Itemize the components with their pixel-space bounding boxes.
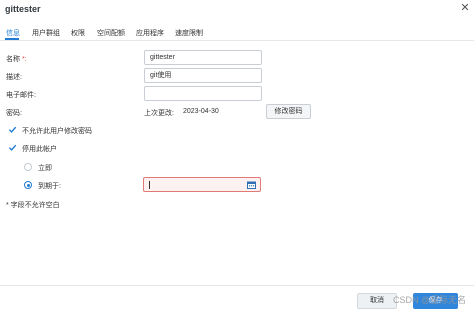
disallow-change-checkbox[interactable] [8, 125, 17, 134]
tab-info[interactable]: 信息 [6, 28, 20, 38]
text-caret [149, 181, 150, 189]
tab-bar: 信息 用户群组 权限 空间配额 应用程序 速度限制 [0, 24, 474, 41]
email-label: 电子邮件: [6, 92, 36, 99]
name-field[interactable]: gittester [144, 50, 262, 65]
expire-on-label: 到期于: [38, 183, 61, 190]
description-label: 描述: [6, 74, 22, 81]
disallow-change-label: 不允许此用户修改密码 [22, 128, 92, 135]
tab-quota[interactable]: 空间配额 [97, 28, 125, 38]
immediately-label: 立即 [38, 165, 52, 172]
email-field[interactable] [144, 86, 262, 101]
active-tab-indicator [5, 38, 19, 40]
footer-divider [0, 285, 474, 286]
change-password-button[interactable]: 修改密码 [266, 104, 311, 119]
window-title: gittester [5, 4, 41, 14]
tab-permissions[interactable]: 权限 [71, 28, 85, 38]
immediately-radio[interactable] [24, 163, 32, 171]
cancel-button[interactable]: 取消 [357, 293, 397, 309]
name-label: 名称 *: [6, 56, 27, 63]
close-icon[interactable]: ✕ [458, 1, 472, 15]
description-field[interactable]: git使用 [144, 68, 262, 83]
calendar-icon[interactable] [247, 181, 256, 189]
password-label: 密码: [6, 110, 22, 117]
disable-account-label: 停用此帐户 [22, 146, 57, 153]
tab-user-groups[interactable]: 用户群组 [32, 28, 60, 38]
required-note: * 字段不允许空白 [6, 202, 60, 209]
password-date: 2023-04-30 [183, 108, 219, 115]
tab-applications[interactable]: 应用程序 [136, 28, 164, 38]
watermark: CSDN @星际无名 [393, 295, 467, 305]
tab-speed-limit[interactable]: 速度限制 [175, 28, 203, 38]
disable-account-checkbox[interactable] [8, 143, 17, 152]
password-last-changed-label: 上次更改: [144, 110, 174, 117]
expire-date-field[interactable] [143, 177, 261, 192]
title-bar: gittester ✕ [0, 0, 474, 18]
expire-on-radio[interactable] [24, 181, 32, 189]
